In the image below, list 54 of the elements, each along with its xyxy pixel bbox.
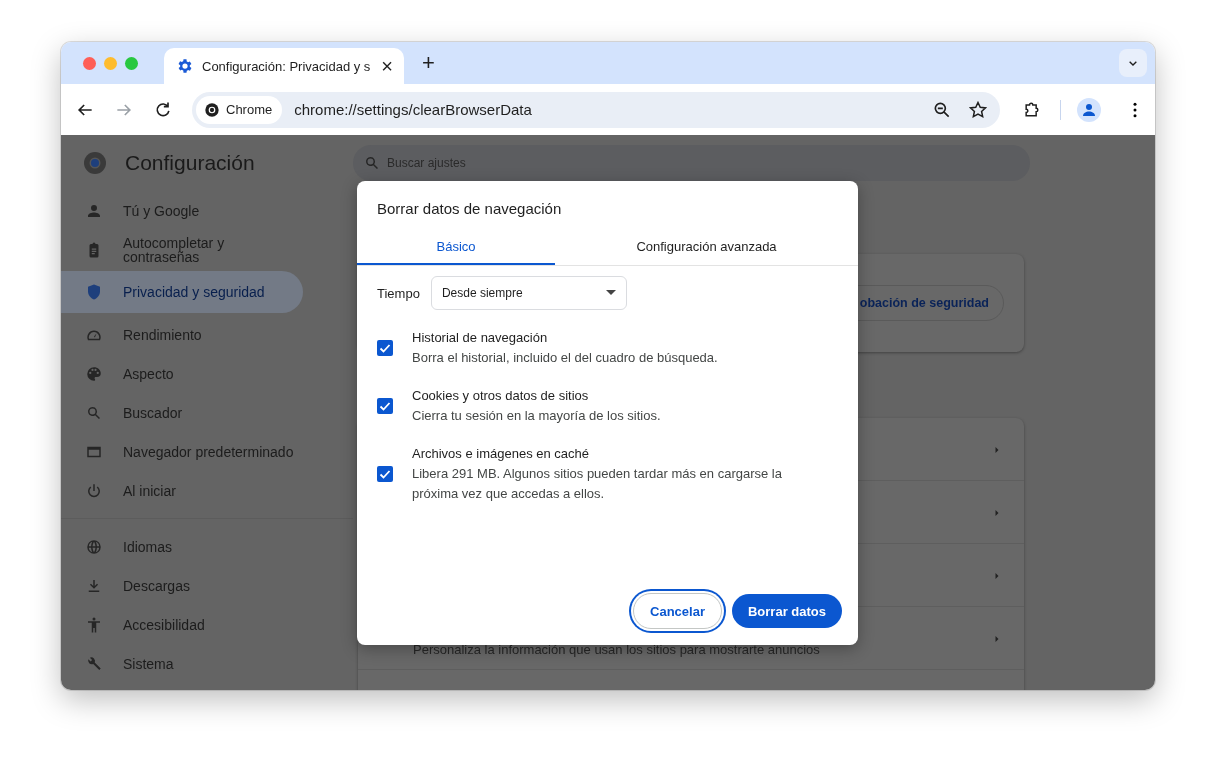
option-title: Cookies y otros datos de sitios bbox=[412, 387, 590, 405]
clear-data-button[interactable]: Borrar datos bbox=[731, 594, 842, 628]
checkbox[interactable] bbox=[377, 398, 393, 414]
dropdown-caret-icon bbox=[605, 290, 616, 296]
option-description: Libera 291 MB. Algunos sitios pueden tardar más en cargarse la próxima vez que accedas a ellos. bbox=[412, 465, 783, 503]
search-icon bbox=[363, 154, 381, 172]
browser-logo-icon bbox=[204, 101, 220, 118]
sidebar-item[interactable]: Buscador bbox=[61, 393, 303, 432]
sidebar-item[interactable]: Tú y Google bbox=[61, 191, 303, 230]
tab-list-button[interactable] bbox=[1119, 49, 1147, 77]
profile-avatar[interactable] bbox=[1077, 97, 1101, 122]
option-title: Historial de navegación bbox=[412, 329, 549, 347]
settings-logo-icon bbox=[83, 151, 107, 175]
arrow-right-icon[interactable] bbox=[994, 635, 1000, 643]
sidebar-item[interactable]: Navegador predeterminado bbox=[61, 432, 303, 471]
shield-icon bbox=[85, 283, 103, 301]
sidebar-item[interactable]: Accesibilidad bbox=[61, 605, 303, 644]
checkbox[interactable] bbox=[377, 466, 393, 482]
checkbox[interactable] bbox=[377, 340, 393, 356]
arrow-right-icon[interactable] bbox=[994, 572, 1000, 580]
site-chip[interactable]: Chrome bbox=[196, 95, 283, 124]
new-tab-button[interactable]: + bbox=[422, 50, 435, 76]
close-tab-button[interactable]: × bbox=[378, 54, 396, 78]
star-icon[interactable] bbox=[968, 99, 988, 120]
sidebar-item[interactable]: Rendimiento bbox=[61, 315, 303, 354]
tab-title: Configuración: Privacidad y s bbox=[202, 58, 372, 74]
page-title: Configuración bbox=[125, 151, 255, 175]
url-text: chrome://settings/clearBrowserData bbox=[294, 101, 533, 118]
row-description: Personaliza la información que usan los sitios para mostrarte anuncios bbox=[413, 642, 820, 657]
sidebar-item[interactable]: Al iniciar bbox=[61, 471, 303, 510]
browser-tab[interactable]: Configuración: Privacidad y s × bbox=[164, 48, 404, 84]
dialog-title: Borrar datos de navegación bbox=[376, 199, 563, 217]
arrow-right-icon[interactable] bbox=[994, 509, 1000, 517]
dialog-tab[interactable]: Básico bbox=[357, 229, 555, 265]
globe-icon bbox=[85, 537, 103, 556]
sidebar-item[interactable]: Aspecto bbox=[61, 354, 303, 393]
sidebar-item[interactable]: Privacidad y seguridad bbox=[61, 271, 303, 313]
dialog-tab[interactable]: Configuración avanzada bbox=[555, 229, 858, 265]
palette-icon bbox=[85, 364, 103, 383]
gear-icon bbox=[176, 57, 194, 75]
address-bar[interactable]: Chrome chrome://settings/clearBrowserData bbox=[192, 91, 1000, 128]
sidebar-item[interactable]: Autocompletar y contraseñas bbox=[61, 230, 303, 269]
accessibility-icon bbox=[85, 615, 103, 634]
sidebar-item[interactable]: Idiomas bbox=[61, 527, 303, 566]
time-label: Tiempo bbox=[377, 285, 420, 301]
wrench-icon bbox=[85, 654, 103, 673]
option-description: Borra el historial, incluido el del cuadro de búsqueda. bbox=[412, 349, 719, 367]
sidebar-item[interactable]: Descargas bbox=[61, 566, 303, 605]
arrow-right-icon[interactable] bbox=[994, 446, 1000, 454]
power-icon bbox=[85, 481, 103, 500]
time-range-select[interactable]: Desde siempre bbox=[430, 276, 627, 310]
option-title: Archivos e imágenes en caché bbox=[412, 445, 591, 463]
option-description: Cierra tu sesión en la mayoría de los sitios. bbox=[412, 407, 662, 425]
sidebar-item[interactable]: Sistema bbox=[61, 644, 303, 683]
